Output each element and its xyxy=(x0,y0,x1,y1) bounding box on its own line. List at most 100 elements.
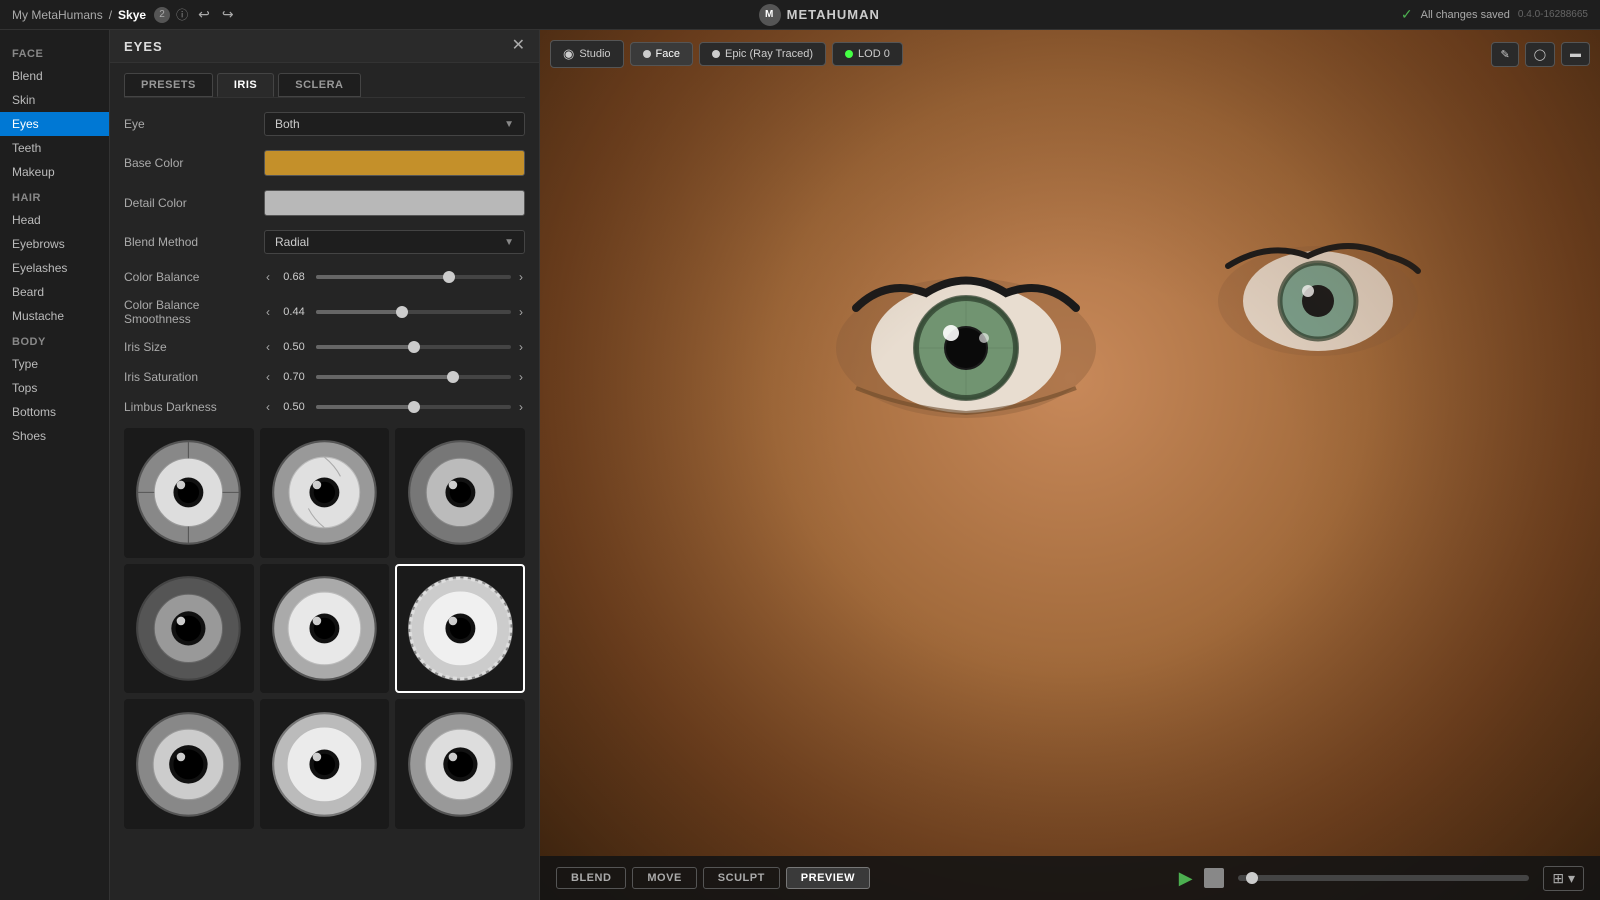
sidebar-item-eyelashes[interactable]: Eyelashes xyxy=(0,256,109,280)
iris-size-decrement[interactable]: ‹ xyxy=(264,338,272,356)
stop-button[interactable] xyxy=(1204,868,1224,888)
limbus-darkness-track[interactable] xyxy=(316,405,511,409)
iris-saturation-increment[interactable]: › xyxy=(517,368,525,386)
timeline-bar[interactable] xyxy=(1238,875,1530,881)
main-content: FACE Blend Skin Eyes Teeth Makeup HAIR H… xyxy=(0,30,1600,900)
limbus-darkness-slider-container: ‹ 0.50 › xyxy=(264,398,525,416)
color-balance-slider-container: ‹ 0.68 › xyxy=(264,268,525,286)
eye-selector-row: Eye Both ▼ xyxy=(124,112,525,136)
iris-saturation-value: 0.70 xyxy=(278,371,310,383)
detail-color-control xyxy=(264,190,525,216)
play-button[interactable]: ▶ xyxy=(1174,866,1198,890)
move-mode-button[interactable]: MOVE xyxy=(632,867,696,889)
blend-method-dropdown[interactable]: Radial ▼ xyxy=(264,230,525,254)
limbus-darkness-increment[interactable]: › xyxy=(517,398,525,416)
tab-iris[interactable]: IRIS xyxy=(217,73,274,97)
iris-size-value: 0.50 xyxy=(278,341,310,353)
iris-size-increment[interactable]: › xyxy=(517,338,525,356)
base-color-swatch[interactable] xyxy=(264,150,525,176)
sculpt-mode-button[interactable]: SCULPT xyxy=(703,867,780,889)
version-text: 0.4.0-16288665 xyxy=(1518,9,1588,20)
face-button[interactable]: Face xyxy=(630,42,693,66)
color-balance-value: 0.68 xyxy=(278,271,310,283)
blend-method-control: Radial ▼ xyxy=(264,230,525,254)
iris-size-track[interactable] xyxy=(316,345,511,349)
sidebar-item-skin[interactable]: Skin xyxy=(0,88,109,112)
iris-size-label: Iris Size xyxy=(124,340,264,354)
mode-btn-2[interactable]: ◯ xyxy=(1525,42,1555,67)
limbus-darkness-value: 0.50 xyxy=(278,401,310,413)
preset-item-4[interactable] xyxy=(124,564,254,694)
blend-method-value: Radial xyxy=(275,235,309,249)
preset-item-1[interactable] xyxy=(124,428,254,558)
sidebar-item-head[interactable]: Head xyxy=(0,208,109,232)
color-balance-track[interactable] xyxy=(316,275,511,279)
color-balance-smoothness-label: Color Balance Smoothness xyxy=(124,298,264,326)
detail-color-swatch[interactable] xyxy=(264,190,525,216)
limbus-darkness-decrement[interactable]: ‹ xyxy=(264,398,272,416)
grid-view-button[interactable]: ⊞ ▾ xyxy=(1543,866,1584,891)
iris-saturation-decrement[interactable]: ‹ xyxy=(264,368,272,386)
iris-saturation-track[interactable] xyxy=(316,375,511,379)
color-balance-label: Color Balance xyxy=(124,270,264,284)
timeline-thumb[interactable] xyxy=(1246,872,1258,884)
close-button[interactable]: ✕ xyxy=(512,38,525,54)
lod-button[interactable]: LOD 0 xyxy=(832,42,903,66)
base-color-label: Base Color xyxy=(124,156,264,170)
character-name[interactable]: Skye xyxy=(118,8,146,22)
sidebar-item-beard[interactable]: Beard xyxy=(0,280,109,304)
sidebar-item-shoes[interactable]: Shoes xyxy=(0,424,109,448)
preset-item-3[interactable] xyxy=(395,428,525,558)
sidebar-item-tops[interactable]: Tops xyxy=(0,376,109,400)
color-balance-decrement[interactable]: ‹ xyxy=(264,268,272,286)
preset-item-2[interactable] xyxy=(260,428,390,558)
color-balance-smoothness-row: Color Balance Smoothness ‹ 0.44 › xyxy=(124,298,525,326)
preview-mode-button[interactable]: PREVIEW xyxy=(786,867,870,889)
hair-section-label: HAIR xyxy=(0,184,109,208)
eye-selector-control: Both ▼ xyxy=(264,112,525,136)
mode-btn-1[interactable]: ✎ xyxy=(1491,42,1518,67)
preset-item-7[interactable] xyxy=(124,699,254,829)
sidebar-item-mustache[interactable]: Mustache xyxy=(0,304,109,328)
blend-mode-button[interactable]: BLEND xyxy=(556,867,626,889)
project-name[interactable]: My MetaHumans xyxy=(12,8,103,22)
iris-size-slider-container: ‹ 0.50 › xyxy=(264,338,525,356)
color-balance-smoothness-increment[interactable]: › xyxy=(517,303,525,321)
tab-presets[interactable]: PRESETS xyxy=(124,73,213,97)
info-icon: ⓘ xyxy=(176,6,188,23)
saved-icon: ✓ xyxy=(1401,6,1413,23)
preset-item-6[interactable] xyxy=(395,564,525,694)
eye-dropdown[interactable]: Both ▼ xyxy=(264,112,525,136)
mode-btn-3[interactable]: ▬ xyxy=(1561,42,1590,66)
studio-button[interactable]: ◉ Studio xyxy=(550,40,624,68)
preset-item-5[interactable] xyxy=(260,564,390,694)
body-section-label: BODY xyxy=(0,328,109,352)
lod-dot xyxy=(845,50,853,58)
panel-body: Eye Both ▼ Base Color Detail Color xyxy=(110,98,539,900)
preset-item-8[interactable] xyxy=(260,699,390,829)
sidebar-item-blend[interactable]: Blend xyxy=(0,64,109,88)
top-bar-right: ✓ All changes saved 0.4.0-16288665 xyxy=(1401,6,1588,23)
iris-saturation-label: Iris Saturation xyxy=(124,370,264,384)
sidebar-item-makeup[interactable]: Makeup xyxy=(0,160,109,184)
sidebar-item-eyebrows[interactable]: Eyebrows xyxy=(0,232,109,256)
tabs-container: PRESETS IRIS SCLERA xyxy=(110,63,539,97)
sidebar-item-type[interactable]: Type xyxy=(0,352,109,376)
tab-sclera[interactable]: SCLERA xyxy=(278,73,360,97)
blend-method-row: Blend Method Radial ▼ xyxy=(124,230,525,254)
viewport: ◉ Studio Face Epic (Ray Traced) LOD 0 ✎ … xyxy=(540,30,1600,900)
sidebar-item-teeth[interactable]: Teeth xyxy=(0,136,109,160)
color-balance-increment[interactable]: › xyxy=(517,268,525,286)
undo-button[interactable]: ↩ xyxy=(194,4,214,25)
preset-item-9[interactable] xyxy=(395,699,525,829)
logo-icon: M xyxy=(759,4,781,26)
color-balance-smoothness-decrement[interactable]: ‹ xyxy=(264,303,272,321)
render-dot xyxy=(712,50,720,58)
render-mode-button[interactable]: Epic (Ray Traced) xyxy=(699,42,826,66)
redo-button[interactable]: ↪ xyxy=(218,4,238,25)
viewport-toolbar: ◉ Studio Face Epic (Ray Traced) LOD 0 ✎ … xyxy=(550,40,1590,68)
sidebar-item-eyes[interactable]: Eyes xyxy=(0,112,109,136)
edit-count: 2 xyxy=(154,7,170,23)
color-balance-smoothness-track[interactable] xyxy=(316,310,511,314)
sidebar-item-bottoms[interactable]: Bottoms xyxy=(0,400,109,424)
